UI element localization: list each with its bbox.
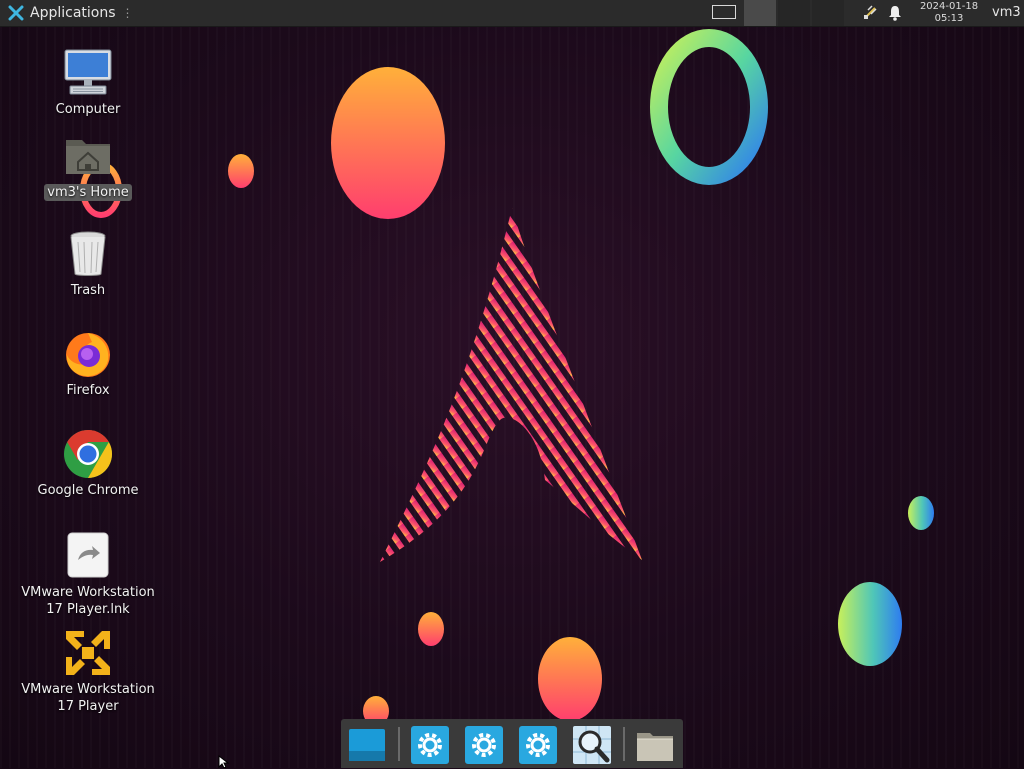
desktop-icon-label: Computer xyxy=(55,102,121,117)
dock-separator xyxy=(398,727,400,761)
settings-icon[interactable] xyxy=(464,725,504,765)
user-menu[interactable]: vm3 xyxy=(992,0,1021,26)
desktop-icon-label: Google Chrome xyxy=(37,483,139,498)
desktop-icon-label: Trash xyxy=(70,283,106,298)
computer-icon xyxy=(62,47,114,99)
applications-label: Applications xyxy=(30,5,116,21)
panel-separator-handle: ⋮ xyxy=(121,6,134,20)
dock xyxy=(341,719,683,768)
clock-date: 2024-01-18 xyxy=(919,1,979,12)
top-panel: Applications ⋮ 2024-01-18 05:13 vm3 xyxy=(0,0,1024,27)
file-manager-icon[interactable] xyxy=(635,725,675,765)
workspace-4[interactable] xyxy=(812,0,844,26)
desktop-icon-vmware-shortcut[interactable]: VMware Workstation 17 Player.lnk xyxy=(13,530,163,618)
search-icon[interactable] xyxy=(572,725,612,765)
trash-icon xyxy=(62,228,114,280)
workspace-2[interactable] xyxy=(744,0,776,26)
bell-icon[interactable] xyxy=(886,4,904,22)
desktop-icon-computer[interactable]: Computer xyxy=(13,47,163,118)
desktop-icon-label: Firefox xyxy=(66,383,110,398)
applications-menu-button[interactable]: Applications ⋮ xyxy=(4,0,138,26)
desktop-icon-firefox[interactable]: Firefox xyxy=(13,328,163,399)
workspace-1[interactable] xyxy=(706,0,744,26)
network-icon[interactable] xyxy=(861,4,879,22)
clock-time: 05:13 xyxy=(934,13,964,24)
applications-menu-icon xyxy=(8,5,24,21)
desktop-icon-label: vm3's Home xyxy=(44,184,132,201)
desktop-icon-chrome[interactable]: Google Chrome xyxy=(13,428,163,499)
vmware-icon xyxy=(62,627,114,679)
settings-icon[interactable] xyxy=(410,725,450,765)
show-desktop-icon[interactable] xyxy=(347,725,387,765)
firefox-icon xyxy=(62,328,114,380)
clock[interactable]: 2024-01-18 05:13 xyxy=(914,0,984,25)
home-folder-icon xyxy=(62,130,114,182)
desktop-icon-vmware[interactable]: VMware Workstation 17 Player xyxy=(13,627,163,715)
desktop-icon-label: VMware Workstation 17 Player xyxy=(21,682,155,714)
mouse-cursor-icon xyxy=(218,755,230,768)
desktop-icon-label: VMware Workstation 17 Player.lnk xyxy=(21,585,155,617)
settings-icon[interactable] xyxy=(518,725,558,765)
window-preview xyxy=(712,5,736,19)
workspace-3[interactable] xyxy=(778,0,810,26)
chrome-icon xyxy=(62,428,114,480)
dock-separator xyxy=(623,727,625,761)
desktop-icon-home[interactable]: vm3's Home xyxy=(13,130,163,201)
vmware-shortcut-icon xyxy=(62,530,114,582)
desktop-icon-trash[interactable]: Trash xyxy=(13,228,163,299)
